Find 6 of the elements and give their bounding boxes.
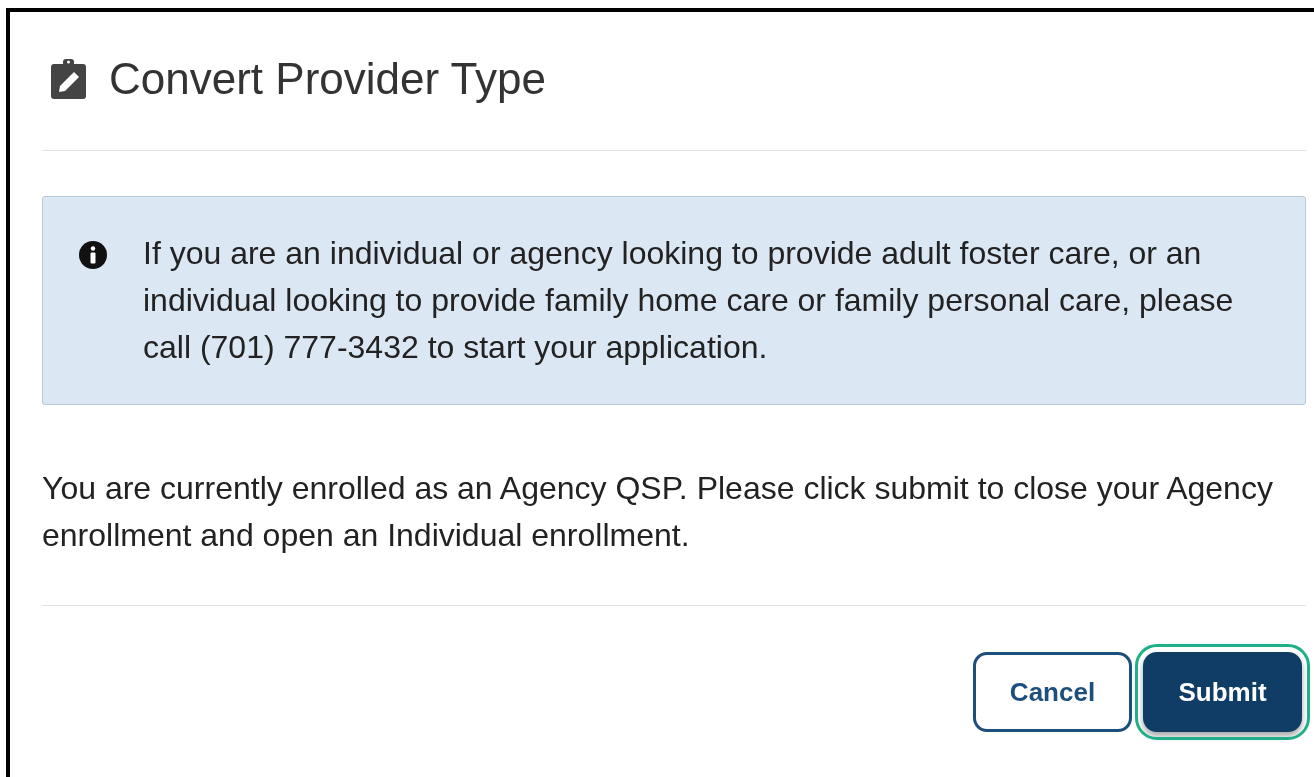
- alert-message: If you are an individual or agency looking to provide adult foster care, or an individual looking to provide family home care or family personal care, please call (701) 777-3432 to start your application.: [143, 234, 1235, 367]
- cancel-button[interactable]: Cancel: [973, 652, 1132, 732]
- info-icon: [79, 241, 107, 269]
- clipboard-pencil-icon: [50, 58, 87, 100]
- enrollment-message: You are currently enrolled as an Agency QSP. Please click submit to close your Agency enrollment and open an Individual enrollment.: [42, 469, 1274, 555]
- dialog-title: Convert Provider Type: [109, 53, 546, 105]
